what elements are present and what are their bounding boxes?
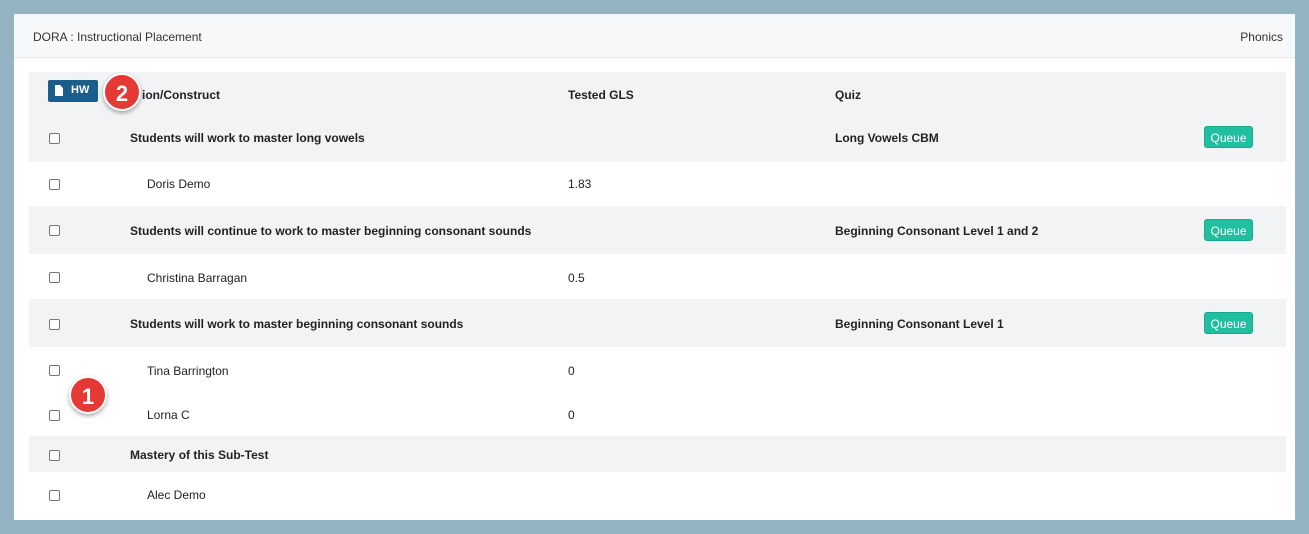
group-name: Students will continue to work to master… — [130, 224, 532, 238]
group-quiz: Beginning Consonant Level 1 — [835, 317, 1004, 331]
student-name: Lorna C — [147, 408, 190, 422]
group-quiz: Long Vowels CBM — [835, 131, 939, 145]
panel-title: DORA : Instructional Placement — [33, 30, 202, 44]
student-row: Christina Barragan 0.5 — [29, 254, 1286, 299]
student-gls: 1.83 — [568, 177, 592, 191]
student-name: Alec Demo — [147, 488, 206, 502]
queue-button[interactable]: Queue — [1204, 219, 1253, 241]
group-checkbox[interactable] — [49, 450, 60, 461]
student-row: Alec Demo — [29, 472, 1286, 516]
placement-panel: DORA : Instructional Placement Phonics i… — [14, 14, 1295, 520]
table-header-row: ion/Construct Tested GLS Quiz — [29, 72, 1286, 114]
student-gls: 0.5 — [568, 271, 585, 285]
student-checkbox[interactable] — [49, 365, 60, 376]
document-icon — [55, 85, 63, 96]
column-header-tested-gls: Tested GLS — [568, 88, 634, 102]
group-row: Students will work to master beginning c… — [29, 299, 1286, 347]
homework-button-label: HW — [71, 84, 90, 96]
student-checkbox[interactable] — [49, 490, 60, 501]
panel-header: DORA : Instructional Placement Phonics — [14, 14, 1295, 58]
group-row: Students will work to master long vowels… — [29, 114, 1286, 162]
group-name: Students will work to master beginning c… — [130, 317, 464, 331]
annotation-badge-1: 1 — [69, 376, 107, 414]
queue-button[interactable]: Queue — [1204, 126, 1253, 148]
group-checkbox[interactable] — [49, 133, 60, 144]
homework-button[interactable]: HW — [48, 80, 98, 102]
student-checkbox[interactable] — [49, 272, 60, 283]
student-gls: 0 — [568, 408, 575, 422]
student-name: Doris Demo — [147, 177, 211, 191]
column-header-quiz: Quiz — [835, 88, 861, 102]
column-header-construct: ion/Construct — [142, 88, 220, 102]
subtest-label: Phonics — [1240, 30, 1283, 44]
group-row: Mastery of this Sub-Test — [29, 436, 1286, 472]
group-quiz: Beginning Consonant Level 1 and 2 — [835, 224, 1039, 238]
student-row: Tina Barrington 0 — [29, 347, 1286, 392]
group-name: Mastery of this Sub-Test — [130, 448, 269, 462]
queue-button[interactable]: Queue — [1204, 312, 1253, 334]
group-checkbox[interactable] — [49, 225, 60, 236]
student-name: Christina Barragan — [147, 271, 248, 285]
student-checkbox[interactable] — [49, 410, 60, 421]
group-checkbox[interactable] — [49, 319, 60, 330]
student-name: Tina Barrington — [147, 364, 229, 378]
student-gls: 0 — [568, 364, 575, 378]
student-checkbox[interactable] — [49, 179, 60, 190]
student-row: Lorna C 0 — [29, 392, 1286, 436]
group-row: Students will continue to work to master… — [29, 206, 1286, 254]
student-row: Doris Demo 1.83 — [29, 162, 1286, 206]
group-name: Students will work to master long vowels — [130, 131, 365, 145]
annotation-badge-2: 2 — [103, 73, 141, 111]
